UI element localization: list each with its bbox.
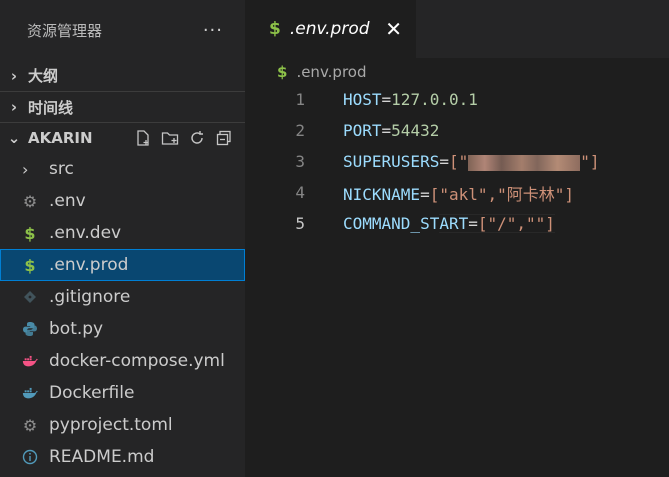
dollar-icon: $	[24, 223, 36, 243]
tree-item-env-prod[interactable]: $ .env.prod	[0, 249, 245, 281]
tree-item-env[interactable]: ⚙ .env	[0, 185, 245, 217]
chevron-right-icon: ›	[22, 159, 29, 179]
docker-icon	[22, 352, 38, 370]
editor-area: $ .env.prod ✕ $ .env.prod 1 HOST=127.0.0…	[245, 0, 669, 477]
code-editor[interactable]: 1 HOST=127.0.0.1 2 PORT=54432 3 SUPERUSE…	[245, 84, 669, 239]
file-name: README.md	[49, 447, 155, 467]
file-name: Dockerfile	[49, 383, 135, 403]
dollar-icon: $	[269, 19, 281, 39]
env-value: ["	[448, 152, 469, 171]
breadcrumb-file: .env.prod	[296, 63, 367, 81]
breadcrumb[interactable]: $ .env.prod	[245, 58, 669, 86]
env-value: ["akl","阿卡林"]	[429, 184, 575, 204]
tree-item-pyproject[interactable]: ⚙ pyproject.toml	[0, 409, 245, 441]
file-name: pyproject.toml	[49, 415, 173, 435]
dollar-icon: $	[277, 63, 288, 81]
project-name: AKARIN	[28, 129, 93, 147]
explorer-header: 资源管理器 ···	[0, 0, 245, 60]
new-file-icon[interactable]	[134, 129, 152, 147]
file-name: docker-compose.yml	[49, 351, 225, 371]
tab-bar: $ .env.prod ✕	[245, 0, 669, 58]
line-number: 2	[295, 121, 305, 140]
explorer-sidebar: 资源管理器 ··· › 大纲 › 时间线 ⌄ AKARIN › src ⚙ .e…	[0, 0, 245, 477]
file-name: src	[49, 159, 74, 179]
tree-item-docker-compose[interactable]: docker-compose.yml	[0, 345, 245, 377]
file-name: .env.prod	[49, 255, 129, 275]
line-number: 5	[295, 214, 305, 233]
chevron-down-icon: ⌄	[7, 129, 21, 147]
chevron-right-icon: ›	[10, 98, 18, 116]
env-value: 127.0.0.1	[391, 90, 478, 109]
env-value-end: "]	[580, 152, 600, 171]
tree-item-src[interactable]: › src	[0, 153, 245, 185]
tree-item-readme[interactable]: README.md	[0, 441, 245, 473]
dollar-icon: $	[24, 255, 36, 275]
new-folder-icon[interactable]	[161, 129, 179, 147]
file-name: bot.py	[49, 319, 104, 339]
tab-label: .env.prod	[289, 19, 370, 39]
env-key: SUPERUSERS	[343, 152, 440, 171]
file-name: .env.dev	[49, 223, 122, 243]
explorer-title: 资源管理器	[27, 21, 103, 40]
git-icon	[22, 288, 38, 306]
gear-icon: ⚙	[22, 415, 38, 435]
close-icon[interactable]: ✕	[385, 17, 402, 41]
env-key: NICKNAME	[343, 184, 421, 204]
section-timeline[interactable]: › 时间线	[0, 91, 245, 122]
env-value: ["/",""]	[477, 214, 555, 233]
refresh-icon[interactable]	[188, 129, 206, 147]
env-key: COMMAND_START	[343, 214, 469, 233]
more-actions-button[interactable]: ···	[203, 20, 223, 41]
line-number: 4	[295, 183, 305, 202]
code-line: 4 NICKNAME=["akl","阿卡林"]	[245, 177, 669, 208]
env-key: HOST	[343, 90, 382, 109]
env-value: 54432	[391, 121, 440, 140]
python-icon	[22, 320, 38, 338]
tree-item-env-dev[interactable]: $ .env.dev	[0, 217, 245, 249]
collapse-all-icon[interactable]	[215, 129, 233, 147]
file-name: .env	[49, 191, 86, 211]
tree-item-gitignore[interactable]: .gitignore	[0, 281, 245, 313]
env-key: PORT	[343, 121, 382, 140]
info-icon	[22, 448, 38, 466]
line-number: 1	[295, 90, 305, 109]
section-outline[interactable]: › 大纲	[0, 60, 245, 91]
section-outline-label: 大纲	[28, 67, 59, 85]
code-line-active: 5 COMMAND_START=["/",""]	[245, 208, 669, 239]
code-line: 2 PORT=54432	[245, 115, 669, 146]
gear-icon: ⚙	[22, 191, 38, 211]
line-number: 3	[295, 152, 305, 171]
section-timeline-label: 时间线	[28, 98, 74, 117]
tree-item-bot-py[interactable]: bot.py	[0, 313, 245, 345]
code-line: 1 HOST=127.0.0.1	[245, 84, 669, 115]
file-name: .gitignore	[49, 287, 131, 307]
tab-env-prod[interactable]: $ .env.prod ✕	[245, 0, 416, 58]
tree-item-dockerfile[interactable]: Dockerfile	[0, 377, 245, 409]
redacted-value	[468, 154, 581, 171]
section-project[interactable]: ⌄ AKARIN	[0, 122, 245, 153]
chevron-right-icon: ›	[10, 66, 18, 85]
code-line: 3 SUPERUSERS=[" "]	[245, 146, 669, 177]
docker-icon	[22, 384, 38, 402]
